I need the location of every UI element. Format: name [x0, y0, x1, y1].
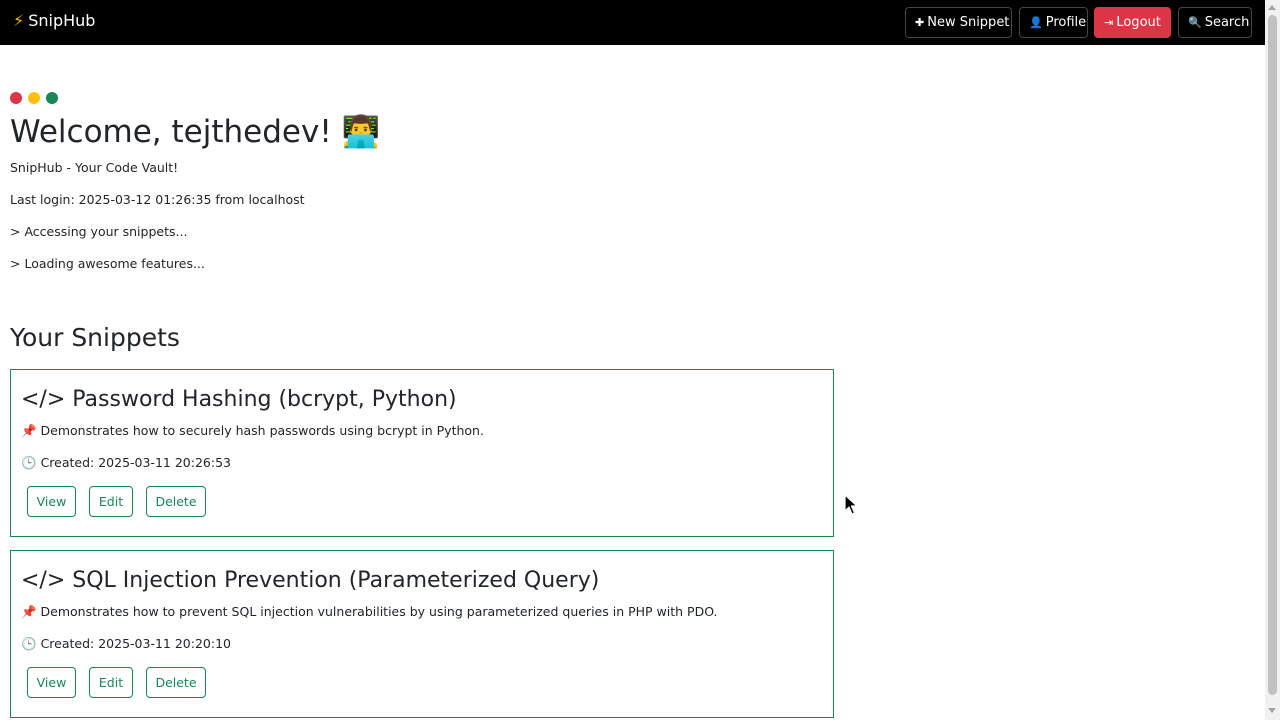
logout-label: Logout: [1116, 15, 1161, 30]
tagline: SnipHub - Your Code Vault!: [10, 160, 179, 175]
snippets-heading: Your Snippets: [10, 323, 180, 352]
view-button[interactable]: View: [27, 667, 76, 698]
edit-button[interactable]: Edit: [89, 667, 133, 698]
brand-link[interactable]: ⚡ SnipHub: [13, 11, 95, 31]
status-line-snippets: > Accessing your snippets...: [10, 224, 188, 239]
snippet-created: 🕒 Created: 2025-03-11 20:26:53: [21, 455, 231, 471]
window-dots: [10, 89, 64, 108]
snippet-created: 🕒 Created: 2025-03-11 20:20:10: [21, 636, 231, 652]
page-scrollbar[interactable]: [1265, 0, 1280, 720]
snippet-title: </> Password Hashing (bcrypt, Python): [21, 387, 457, 412]
snippet-created-text: Created: 2025-03-11 20:20:10: [40, 636, 231, 651]
profile-button[interactable]: 👤 Profile: [1019, 7, 1088, 38]
brand-name: SnipHub: [28, 11, 96, 30]
snippet-card: </> Password Hashing (bcrypt, Python) 📌 …: [10, 369, 834, 537]
sign-out-icon: ⇥: [1104, 16, 1114, 29]
snippet-card: </> SQL Injection Prevention (Parameteri…: [10, 550, 834, 718]
delete-button[interactable]: Delete: [146, 486, 206, 517]
clock-icon: 🕒: [21, 636, 37, 651]
plus-icon: ✚: [915, 16, 925, 29]
scroll-up-arrow-icon[interactable]: [1268, 5, 1276, 10]
scroll-down-arrow-icon[interactable]: [1268, 708, 1276, 713]
view-button[interactable]: View: [27, 486, 76, 517]
red-dot-icon: [10, 92, 22, 104]
scrollbar-thumb[interactable]: [1268, 15, 1277, 695]
new-snippet-button[interactable]: ✚ New Snippet: [905, 7, 1012, 38]
clock-icon: 🕒: [21, 455, 37, 470]
snippet-description: 📌 Demonstrates how to prevent SQL inject…: [21, 604, 718, 619]
lightning-icon: ⚡: [13, 11, 25, 30]
welcome-heading: Welcome, tejthedev! 👨‍💻: [10, 114, 381, 150]
profile-label: Profile: [1045, 15, 1087, 30]
status-line-features: > Loading awesome features...: [10, 256, 205, 271]
mouse-cursor-icon: [844, 494, 858, 515]
edit-button[interactable]: Edit: [89, 486, 133, 517]
logout-button[interactable]: ⇥ Logout: [1094, 7, 1171, 38]
snippet-created-text: Created: 2025-03-11 20:26:53: [40, 455, 231, 470]
search-icon: 🔍: [1188, 16, 1202, 29]
delete-button[interactable]: Delete: [146, 667, 206, 698]
user-icon: 👤: [1029, 16, 1043, 29]
yellow-dot-icon: [28, 92, 40, 104]
new-snippet-label: New Snippet: [927, 15, 1010, 30]
last-login-text: Last login: 2025-03-12 01:26:35 from loc…: [10, 192, 305, 207]
top-navbar: ⚡ SnipHub ✚ New Snippet 👤 Profile ⇥ Logout 🔍…: [0, 0, 1265, 45]
snippet-title: </> SQL Injection Prevention (Parameteri…: [21, 568, 600, 593]
snippet-description: 📌 Demonstrates how to securely hash pass…: [21, 423, 484, 438]
search-button[interactable]: 🔍 Search: [1178, 7, 1252, 38]
search-label: Search: [1204, 15, 1250, 30]
green-dot-icon: [46, 92, 58, 104]
